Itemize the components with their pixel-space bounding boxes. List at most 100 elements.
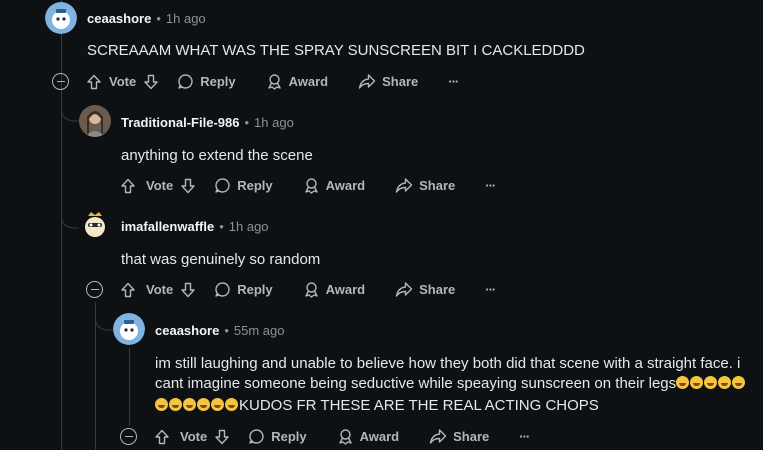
reply-button[interactable]: Reply [214,177,273,194]
timestamp[interactable]: 1h ago [229,219,269,234]
tears-of-joy-emoji-icon [704,376,718,389]
avatar[interactable] [113,313,145,345]
reply-button[interactable]: Reply [248,428,307,445]
username[interactable]: imafallenwaffle [121,219,214,234]
share-button[interactable]: Share [358,73,418,90]
thread-connector [95,302,113,331]
comment-actions: Vote Reply Award Share ··· [120,177,496,194]
collapse-thread-button[interactable] [120,428,137,445]
comment-body-text: KUDOS FR THESE ARE THE REAL ACTING CHOPS [239,397,599,414]
reply-label: Reply [237,178,273,193]
share-icon [429,429,447,444]
comment-meta: ceaashore • 1h ago [87,11,206,26]
share-label: Share [419,178,456,193]
reply-label: Reply [200,74,236,89]
username[interactable]: ceaashore [155,323,219,338]
reply-label: Reply [271,429,307,444]
comment-body-text: cant imagine someone being seductive whi… [155,375,677,392]
comment-body-line: cant imagine someone being seductive whi… [155,373,746,395]
award-icon [304,178,318,194]
share-icon [358,74,376,89]
avatar[interactable] [79,209,111,241]
share-button[interactable]: Share [429,428,489,445]
avatar[interactable] [45,2,77,34]
separator-dot: • [219,219,224,234]
avatar[interactable] [79,105,111,137]
upvote-button[interactable] [154,429,170,445]
more-options-button[interactable]: ··· [448,74,459,89]
username[interactable]: Traditional-File-986 [121,115,239,130]
vote-label: Vote [146,282,174,297]
timestamp[interactable]: 1h ago [254,115,294,130]
downvote-icon [144,74,158,89]
tears-of-joy-emoji-icon [211,398,224,411]
timestamp[interactable]: 55m ago [234,323,285,338]
share-label: Share [453,429,490,444]
collapse-thread-button[interactable] [86,281,103,298]
tears-of-joy-emoji-icon [718,376,732,389]
downvote-icon [181,282,195,297]
share-icon [395,282,413,297]
award-button[interactable]: Award [303,177,366,194]
more-options-button[interactable]: ··· [485,282,496,297]
vote-label: Vote [180,429,208,444]
tears-of-joy-emoji-icon [732,376,746,389]
award-button[interactable]: Award [337,428,400,445]
vote-label: Vote [146,178,174,193]
upvote-button[interactable] [120,178,136,194]
upvote-button[interactable] [86,74,102,90]
thread-connector [61,200,79,229]
downvote-button[interactable] [214,429,230,445]
comment-body-line: KUDOS FR THESE ARE THE REAL ACTING CHOPS [155,395,599,417]
upvote-button[interactable] [120,282,136,298]
share-icon [395,178,413,193]
comment-icon [215,178,230,193]
downvote-icon [181,178,195,193]
upvote-icon [155,429,169,444]
reply-button[interactable]: Reply [177,73,236,90]
emoji-row [676,375,746,392]
more-options-button[interactable]: ··· [519,429,530,444]
timestamp[interactable]: 1h ago [166,11,206,26]
award-label: Award [359,429,400,444]
tears-of-joy-emoji-icon [676,376,690,389]
share-button[interactable]: Share [395,177,455,194]
vote-label: Vote [109,74,137,89]
comment-body-line: im still laughing and unable to believe … [155,355,741,372]
tears-of-joy-emoji-icon [183,398,196,411]
separator-dot: • [244,115,250,130]
username[interactable]: ceaashore [87,11,151,26]
downvote-button[interactable] [180,282,196,298]
thread-line [129,348,130,426]
separator-dot: • [156,11,161,26]
award-icon [338,429,352,445]
upvote-icon [121,178,135,193]
award-label: Award [325,178,366,193]
comment-icon [249,429,264,444]
comment-meta: Traditional-File-986 • 1h ago [121,115,294,130]
share-label: Share [382,74,419,89]
downvote-button[interactable] [143,74,159,90]
award-label: Award [325,282,366,297]
collapse-thread-button[interactable] [52,73,69,90]
comment-body: that was genuinely so random [121,251,321,268]
comment-actions: Vote Reply Award Share ··· [86,281,496,298]
award-icon [267,74,281,90]
tears-of-joy-emoji-icon [169,398,182,411]
tears-of-joy-emoji-icon [197,398,210,411]
share-button[interactable]: Share [395,281,455,298]
upvote-icon [87,74,101,89]
share-label: Share [419,282,456,297]
downvote-button[interactable] [180,178,196,194]
comment-icon [215,282,230,297]
comment-icon [178,74,193,89]
reply-button[interactable]: Reply [214,281,273,298]
tears-of-joy-emoji-icon [225,398,238,411]
comment-body: anything to extend the scene [121,147,313,164]
comment-actions: Vote Reply Award Share ··· [120,428,530,445]
award-button[interactable]: Award [303,281,366,298]
reply-label: Reply [237,282,273,297]
comment-meta: ceaashore • 55m ago [155,323,284,338]
more-options-button[interactable]: ··· [485,178,496,193]
award-button[interactable]: Award [266,73,328,90]
